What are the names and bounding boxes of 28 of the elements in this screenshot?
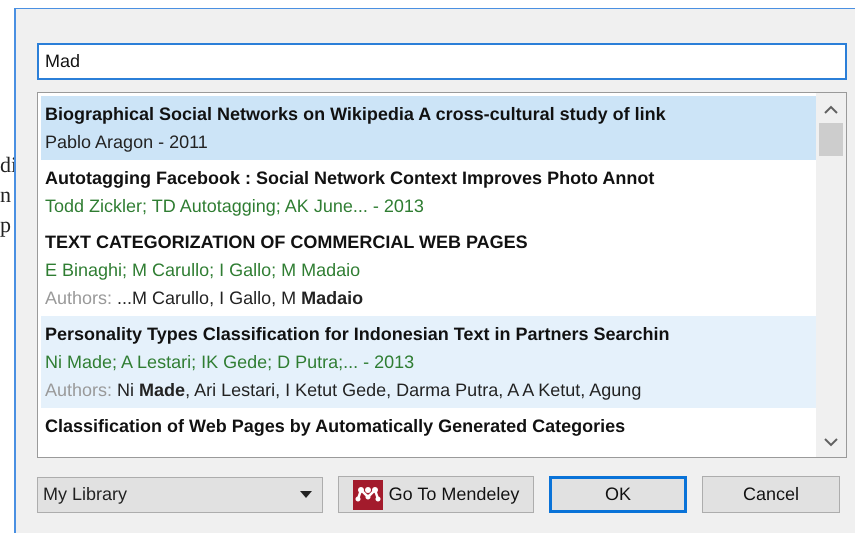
scrollbar[interactable] <box>816 93 846 457</box>
library-dropdown[interactable]: My Library <box>37 476 323 512</box>
dropdown-caret-icon <box>300 491 312 498</box>
match-label: Authors: <box>45 287 112 310</box>
scroll-down-icon[interactable] <box>824 437 838 447</box>
result-item[interactable]: Personality Types Classification for Indonesian Text in Partners Searchin Ni Made; A Lestari; IK Gede; D Putra;... - 2013 Authors: Ni Made, Ari Lestari, I Ketut Gede, Darma Putra, A A Ketut, Agung <box>41 316 816 408</box>
result-title: Biographical Social Networks on Wikipedia A cross-cultural study of link <box>45 103 667 126</box>
mendeley-logo-icon <box>352 480 383 510</box>
result-title: Classification of Web Pages by Automatically Generated Categories <box>45 415 626 438</box>
result-item[interactable]: Biographical Social Networks on Wikipedia A cross-cultural study of link Pablo Aragon - 2011 <box>41 96 816 160</box>
result-citation: Ni Made; A Lestari; IK Gede; D Putra;... - 2013 <box>45 351 416 374</box>
result-title: Autotagging Facebook : Social Network Context Improves Photo Annot <box>45 167 656 190</box>
match-text: ...M Carullo, I Gallo, M Madaio <box>117 287 364 310</box>
mendeley-button[interactable]: Go To Mendeley <box>338 476 534 513</box>
document-text: p <box>0 211 12 239</box>
result-title: Personality Types Classification for Indonesian Text in Partners Searchin <box>45 323 671 346</box>
scroll-up-icon[interactable] <box>824 105 838 115</box>
result-citation: Pablo Aragon - 2011 <box>45 131 209 154</box>
result-title: TEXT CATEGORIZATION OF COMMERCIAL WEB PAGES <box>45 231 529 254</box>
result-citation: Todd Zickler; TD Autotagging; AK June... - 2013 <box>45 195 425 218</box>
document-text: n <box>0 181 12 209</box>
search-field[interactable]: Mad <box>37 43 847 80</box>
dialog-button[interactable]: OK <box>549 476 687 513</box>
match-label: Authors: <box>45 379 112 402</box>
result-citation: E Binaghi; M Carullo; I Gallo; M Madaio <box>45 259 362 282</box>
dialog-button[interactable]: Cancel <box>702 476 840 513</box>
match-text: Ni Made, Ari Lestari, I Ketut Gede, Darma Putra, A A Ketut, Agung <box>117 379 642 402</box>
scroll-thumb[interactable] <box>819 123 843 156</box>
